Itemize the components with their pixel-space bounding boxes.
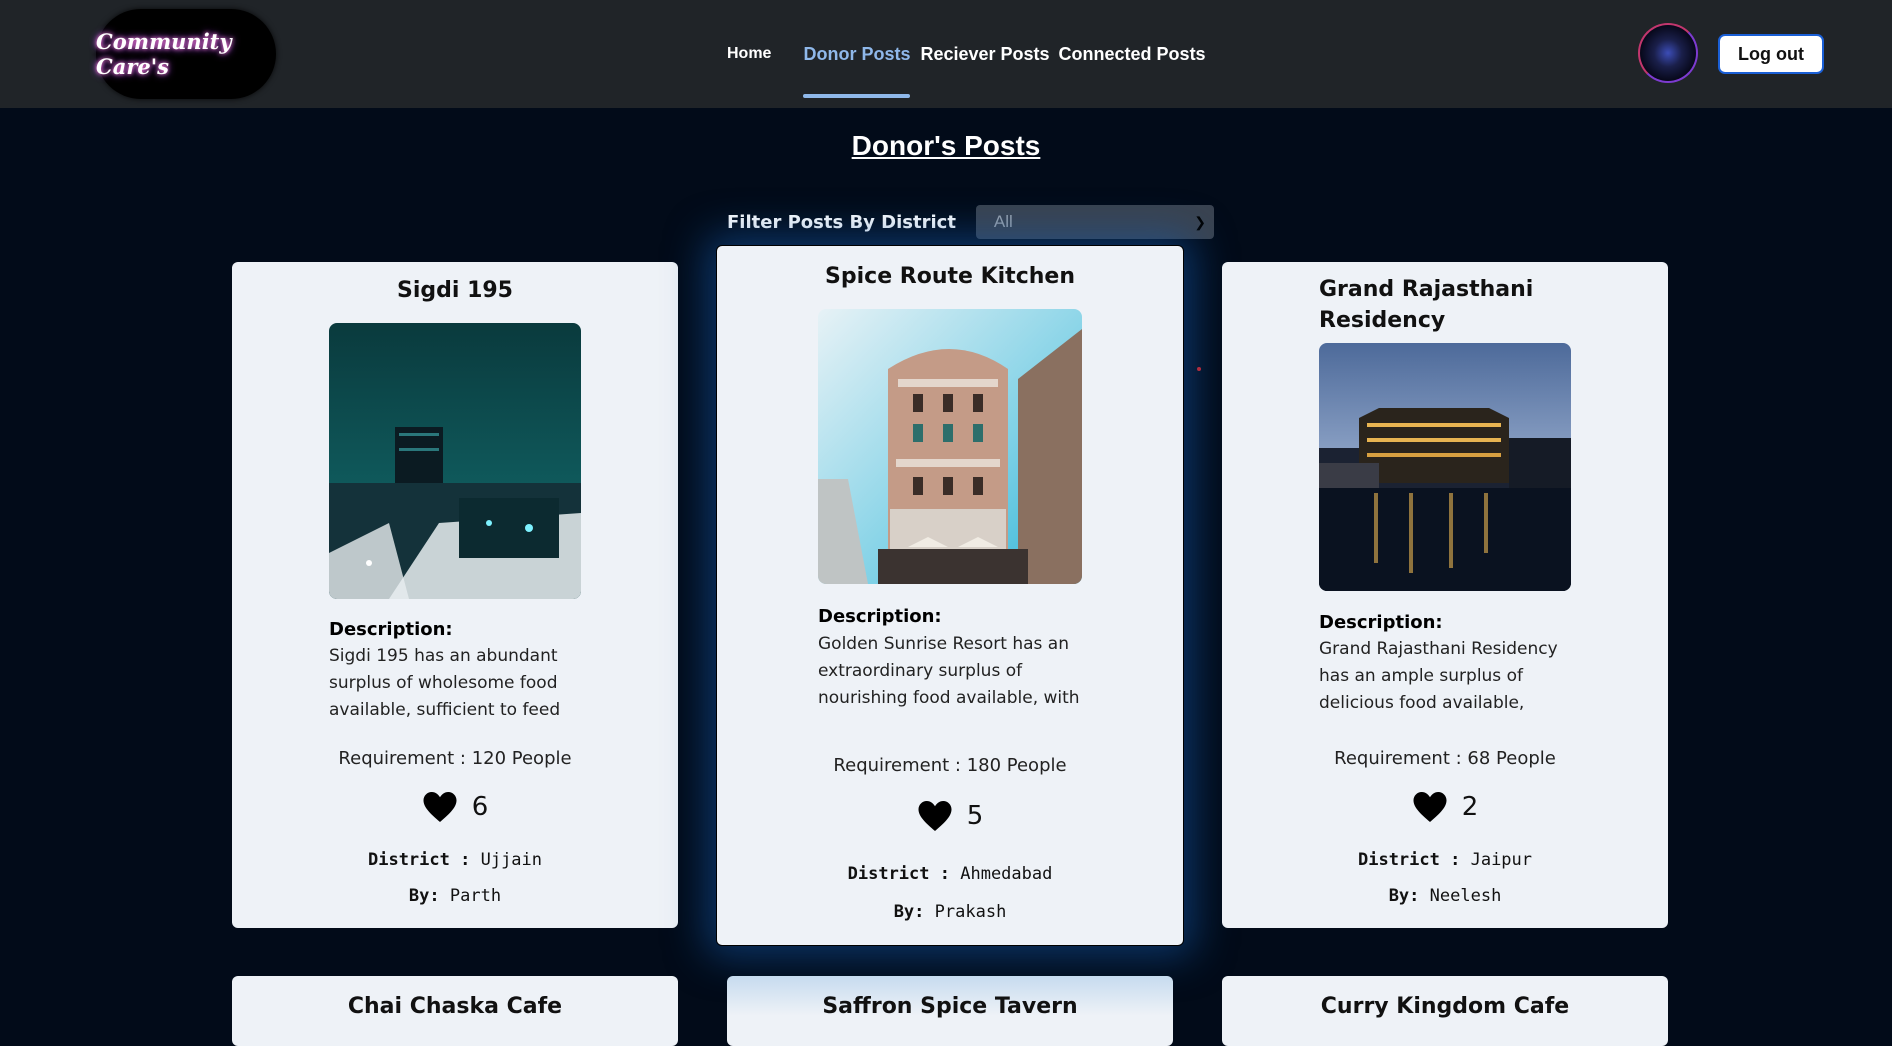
author: By: Parth [232, 886, 678, 906]
nav-links: Home Donor Posts Reciever Posts Connecte… [718, 0, 1215, 108]
like-count: 6 [471, 792, 489, 822]
nav-connected-posts[interactable]: Connected Posts [1059, 0, 1215, 108]
description-label: Description: [1319, 612, 1443, 633]
district-value: Jaipur [1470, 850, 1533, 870]
author-name: Prakash [934, 902, 1007, 922]
likes: 5 [717, 799, 1183, 833]
post-title: Grand Rajasthani Residency [1319, 277, 1534, 333]
district-label: District : [1357, 850, 1461, 870]
post-image [1319, 343, 1571, 591]
description-text: Grand Rajasthani Residency has an ample … [1319, 639, 1558, 713]
post-card[interactable]: Curry Kingdom Cafe [1222, 976, 1668, 1046]
nav-donor-posts[interactable]: Donor Posts [794, 0, 919, 108]
heart-icon[interactable] [1412, 790, 1448, 824]
nav-home[interactable]: Home [718, 0, 780, 108]
post-card[interactable]: Sigdi 195 Description: Sigdi 195 has an … [232, 262, 678, 928]
post-image [329, 323, 581, 599]
logo-text: Community Care's [96, 29, 232, 79]
avatar[interactable] [1638, 23, 1698, 83]
author-name: Parth [449, 886, 502, 906]
post-title: Chai Chaska Cafe [347, 994, 563, 1019]
district-value: Ahmedabad [960, 864, 1053, 884]
author-name: Neelesh [1429, 886, 1502, 906]
author-label: By: [1388, 886, 1420, 906]
navbar: Community Care's Home Donor Posts Reciev… [0, 0, 1892, 108]
description-text: Golden Sunrise Resort has an extraordina… [818, 634, 1080, 708]
likes: 6 [232, 790, 678, 824]
district-value: Ujjain [480, 850, 543, 870]
author: By: Prakash [717, 902, 1183, 922]
post-title: Saffron Spice Tavern [822, 994, 1078, 1019]
cursor-dot [1197, 367, 1201, 371]
description-text: Sigdi 195 has an abundant surplus of who… [329, 646, 561, 720]
district: District : Ujjain [232, 850, 678, 870]
district: District : Jaipur [1222, 850, 1668, 870]
likes: 2 [1222, 790, 1668, 824]
district-select-value: All [993, 212, 1013, 231]
district-filter: Filter Posts By District All ❯ [727, 205, 1214, 239]
page-title: Donor's Posts [851, 130, 1041, 161]
district-label: District : [367, 850, 471, 870]
description-label: Description: [818, 606, 942, 627]
requirement: Requirement : 120 People [338, 748, 572, 769]
post-card[interactable]: Spice Route Kitchen Description: Golden … [716, 245, 1184, 946]
post-title: Spice Route Kitchen [825, 264, 1075, 289]
like-count: 2 [1461, 792, 1479, 822]
post-card[interactable]: Chai Chaska Cafe [232, 976, 678, 1046]
district: District : Ahmedabad [717, 864, 1183, 884]
heart-icon[interactable] [422, 790, 458, 824]
heart-icon[interactable] [917, 799, 953, 833]
author-label: By: [893, 902, 925, 922]
filter-label: Filter Posts By District [727, 211, 956, 233]
post-title: Curry Kingdom Cafe [1320, 994, 1570, 1019]
author: By: Neelesh [1222, 886, 1668, 906]
logout-button[interactable]: Log out [1718, 34, 1824, 74]
logo[interactable]: Community Care's [96, 9, 276, 99]
chevron-down-icon: ❯ [1194, 214, 1206, 230]
nav-reciever-posts[interactable]: Reciever Posts [919, 0, 1058, 108]
requirement: Requirement : 180 People [833, 755, 1067, 776]
post-card[interactable]: Saffron Spice Tavern [727, 976, 1173, 1046]
district-select[interactable]: All ❯ [975, 205, 1214, 239]
post-card[interactable]: Grand Rajasthani Residency Description: … [1222, 262, 1668, 928]
description-label: Description: [329, 619, 453, 640]
requirement: Requirement : 68 People [1334, 748, 1556, 769]
post-image [818, 309, 1082, 584]
district-label: District : [847, 864, 950, 884]
post-title: Sigdi 195 [396, 278, 513, 303]
author-label: By: [408, 886, 440, 906]
like-count: 5 [966, 801, 984, 831]
